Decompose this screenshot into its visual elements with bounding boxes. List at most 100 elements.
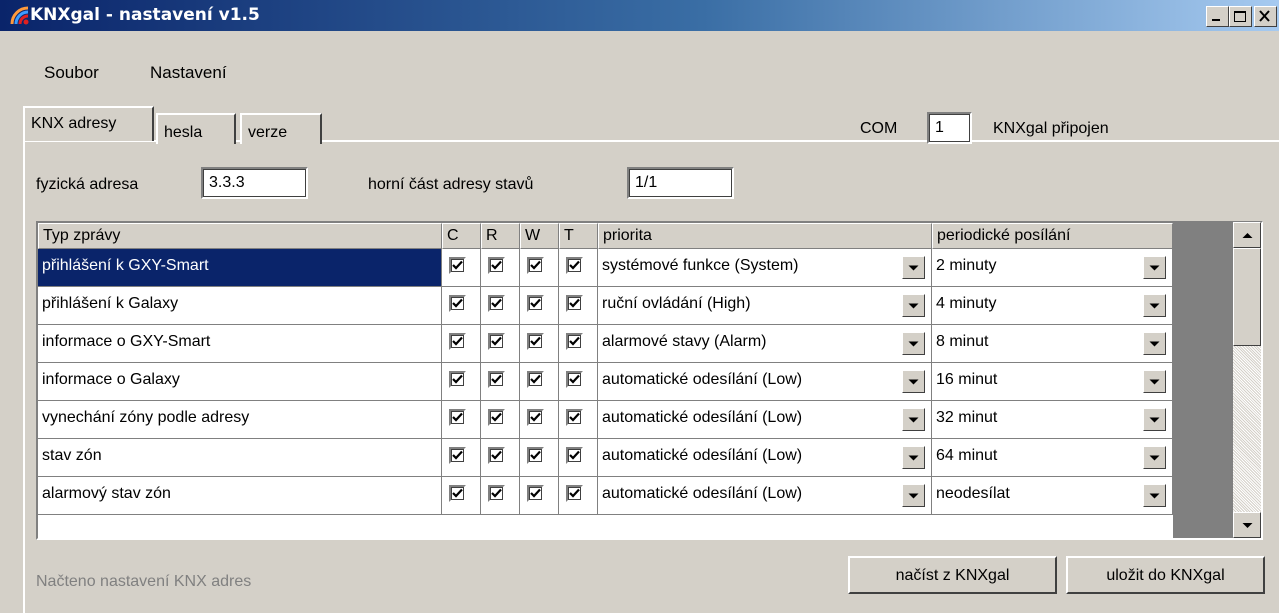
close-button[interactable] — [1254, 6, 1277, 27]
cell-period[interactable]: 8 minut — [932, 325, 1173, 363]
tab-knx-adresy[interactable]: KNX adresy — [23, 106, 154, 141]
physical-address-input[interactable]: 3.3.3 — [201, 167, 308, 199]
com-port-input[interactable]: 1 — [927, 112, 972, 144]
period-dropdown-button[interactable] — [1143, 484, 1166, 507]
table-row[interactable]: vynechání zóny podle adresy automatické o… — [38, 401, 1178, 439]
checkbox-w[interactable] — [527, 447, 544, 464]
col-header-w[interactable]: W — [520, 223, 559, 249]
table-row[interactable]: informace o Galaxy automatické odesílání … — [38, 363, 1178, 401]
checkbox-r[interactable] — [488, 447, 505, 464]
scroll-up-button[interactable] — [1233, 222, 1261, 248]
checkbox-t[interactable] — [566, 257, 583, 274]
checkbox-t[interactable] — [566, 447, 583, 464]
checkbox-c[interactable] — [449, 257, 466, 274]
cell-message-type[interactable]: přihlášení k Galaxy — [38, 287, 442, 325]
checkbox-w[interactable] — [527, 295, 544, 312]
checkbox-r[interactable] — [488, 295, 505, 312]
checkbox-r[interactable] — [488, 333, 505, 350]
priority-dropdown-button[interactable] — [902, 294, 925, 317]
checkmark-icon — [530, 260, 541, 270]
cell-priority[interactable]: automatické odesílání (Low) — [598, 439, 932, 477]
checkbox-r[interactable] — [488, 257, 505, 274]
checkbox-t[interactable] — [566, 485, 583, 502]
message-grid[interactable]: Typ zprávy C R W T priorita periodické p… — [36, 221, 1263, 540]
checkbox-r[interactable] — [488, 371, 505, 388]
col-header-type[interactable]: Typ zprávy — [38, 223, 442, 249]
col-header-r[interactable]: R — [481, 223, 520, 249]
cell-period[interactable]: 4 minuty — [932, 287, 1173, 325]
scroll-thumb[interactable] — [1233, 248, 1261, 346]
tab-hesla[interactable]: hesla — [156, 113, 236, 144]
cell-priority[interactable]: ruční ovládání (High) — [598, 287, 932, 325]
cell-priority[interactable]: alarmové stavy (Alarm) — [598, 325, 932, 363]
checkbox-c[interactable] — [449, 447, 466, 464]
table-row[interactable]: přihlášení k Galaxy ruční ovládání (High)… — [38, 287, 1178, 325]
col-header-c[interactable]: C — [442, 223, 481, 249]
checkmark-icon — [569, 412, 580, 422]
cell-message-type[interactable]: informace o GXY-Smart — [38, 325, 442, 363]
checkbox-w[interactable] — [527, 371, 544, 388]
checkbox-t[interactable] — [566, 333, 583, 350]
checkmark-icon — [491, 298, 502, 308]
priority-dropdown-button[interactable] — [902, 408, 925, 431]
checkbox-r[interactable] — [488, 485, 505, 502]
table-row[interactable]: přihlášení k GXY-Smart systémové funkce (… — [38, 249, 1178, 287]
checkbox-c[interactable] — [449, 333, 466, 350]
checkbox-w[interactable] — [527, 485, 544, 502]
period-dropdown-button[interactable] — [1143, 370, 1166, 393]
scroll-down-button[interactable] — [1233, 512, 1261, 538]
priority-dropdown-button[interactable] — [902, 446, 925, 469]
minimize-button[interactable] — [1206, 6, 1229, 27]
cell-period[interactable]: 2 minuty — [932, 249, 1173, 287]
cell-priority[interactable]: automatické odesílání (Low) — [598, 363, 932, 401]
cell-period[interactable]: 32 minut — [932, 401, 1173, 439]
period-dropdown-button[interactable] — [1143, 446, 1166, 469]
cell-message-type[interactable]: alarmový stav zón — [38, 477, 442, 515]
col-header-period[interactable]: periodické posílání — [932, 223, 1173, 249]
priority-dropdown-button[interactable] — [902, 370, 925, 393]
maximize-button[interactable] — [1229, 6, 1252, 27]
checkbox-c[interactable] — [449, 485, 466, 502]
checkbox-c[interactable] — [449, 295, 466, 312]
cell-period[interactable]: 16 minut — [932, 363, 1173, 401]
col-header-priority[interactable]: priorita — [598, 223, 932, 249]
state-address-input[interactable]: 1/1 — [627, 167, 734, 199]
checkbox-t[interactable] — [566, 371, 583, 388]
period-dropdown-button[interactable] — [1143, 408, 1166, 431]
cell-priority[interactable]: systémové funkce (System) — [598, 249, 932, 287]
checkbox-w[interactable] — [527, 409, 544, 426]
checkbox-w[interactable] — [527, 257, 544, 274]
checkbox-t[interactable] — [566, 409, 583, 426]
checkmark-icon — [569, 260, 580, 270]
cell-priority[interactable]: automatické odesílání (Low) — [598, 477, 932, 515]
checkbox-w[interactable] — [527, 333, 544, 350]
checkbox-t[interactable] — [566, 295, 583, 312]
menu-nastaveni[interactable]: Nastavení — [150, 63, 227, 83]
cell-priority[interactable]: automatické odesílání (Low) — [598, 401, 932, 439]
cell-period[interactable]: neodesílat — [932, 477, 1173, 515]
save-to-knxgal-button[interactable]: uložit do KNXgal — [1066, 556, 1265, 594]
cell-message-type[interactable]: přihlášení k GXY-Smart — [38, 249, 442, 287]
load-from-knxgal-button[interactable]: načíst z KNXgal — [848, 556, 1057, 594]
checkbox-c[interactable] — [449, 371, 466, 388]
cell-period[interactable]: 64 minut — [932, 439, 1173, 477]
cell-message-type[interactable]: informace o Galaxy — [38, 363, 442, 401]
title-bar[interactable]: KNXgal - nastavení v1.5 — [0, 0, 1279, 31]
checkbox-r[interactable] — [488, 409, 505, 426]
period-dropdown-button[interactable] — [1143, 294, 1166, 317]
tab-verze[interactable]: verze — [240, 113, 322, 144]
priority-dropdown-button[interactable] — [902, 484, 925, 507]
vertical-scrollbar[interactable] — [1233, 222, 1261, 538]
menu-soubor[interactable]: Soubor — [44, 63, 99, 83]
table-row[interactable]: alarmový stav zón automatické odesílání (… — [38, 477, 1178, 515]
period-dropdown-button[interactable] — [1143, 256, 1166, 279]
col-header-t[interactable]: T — [559, 223, 598, 249]
cell-message-type[interactable]: vynechání zóny podle adresy — [38, 401, 442, 439]
priority-dropdown-button[interactable] — [902, 332, 925, 355]
period-dropdown-button[interactable] — [1143, 332, 1166, 355]
priority-dropdown-button[interactable] — [902, 256, 925, 279]
checkbox-c[interactable] — [449, 409, 466, 426]
table-row[interactable]: stav zón automatické odesílání (Low) 64 mi… — [38, 439, 1178, 477]
table-row[interactable]: informace o GXY-Smart alarmové stavy (Ala… — [38, 325, 1178, 363]
cell-message-type[interactable]: stav zón — [38, 439, 442, 477]
